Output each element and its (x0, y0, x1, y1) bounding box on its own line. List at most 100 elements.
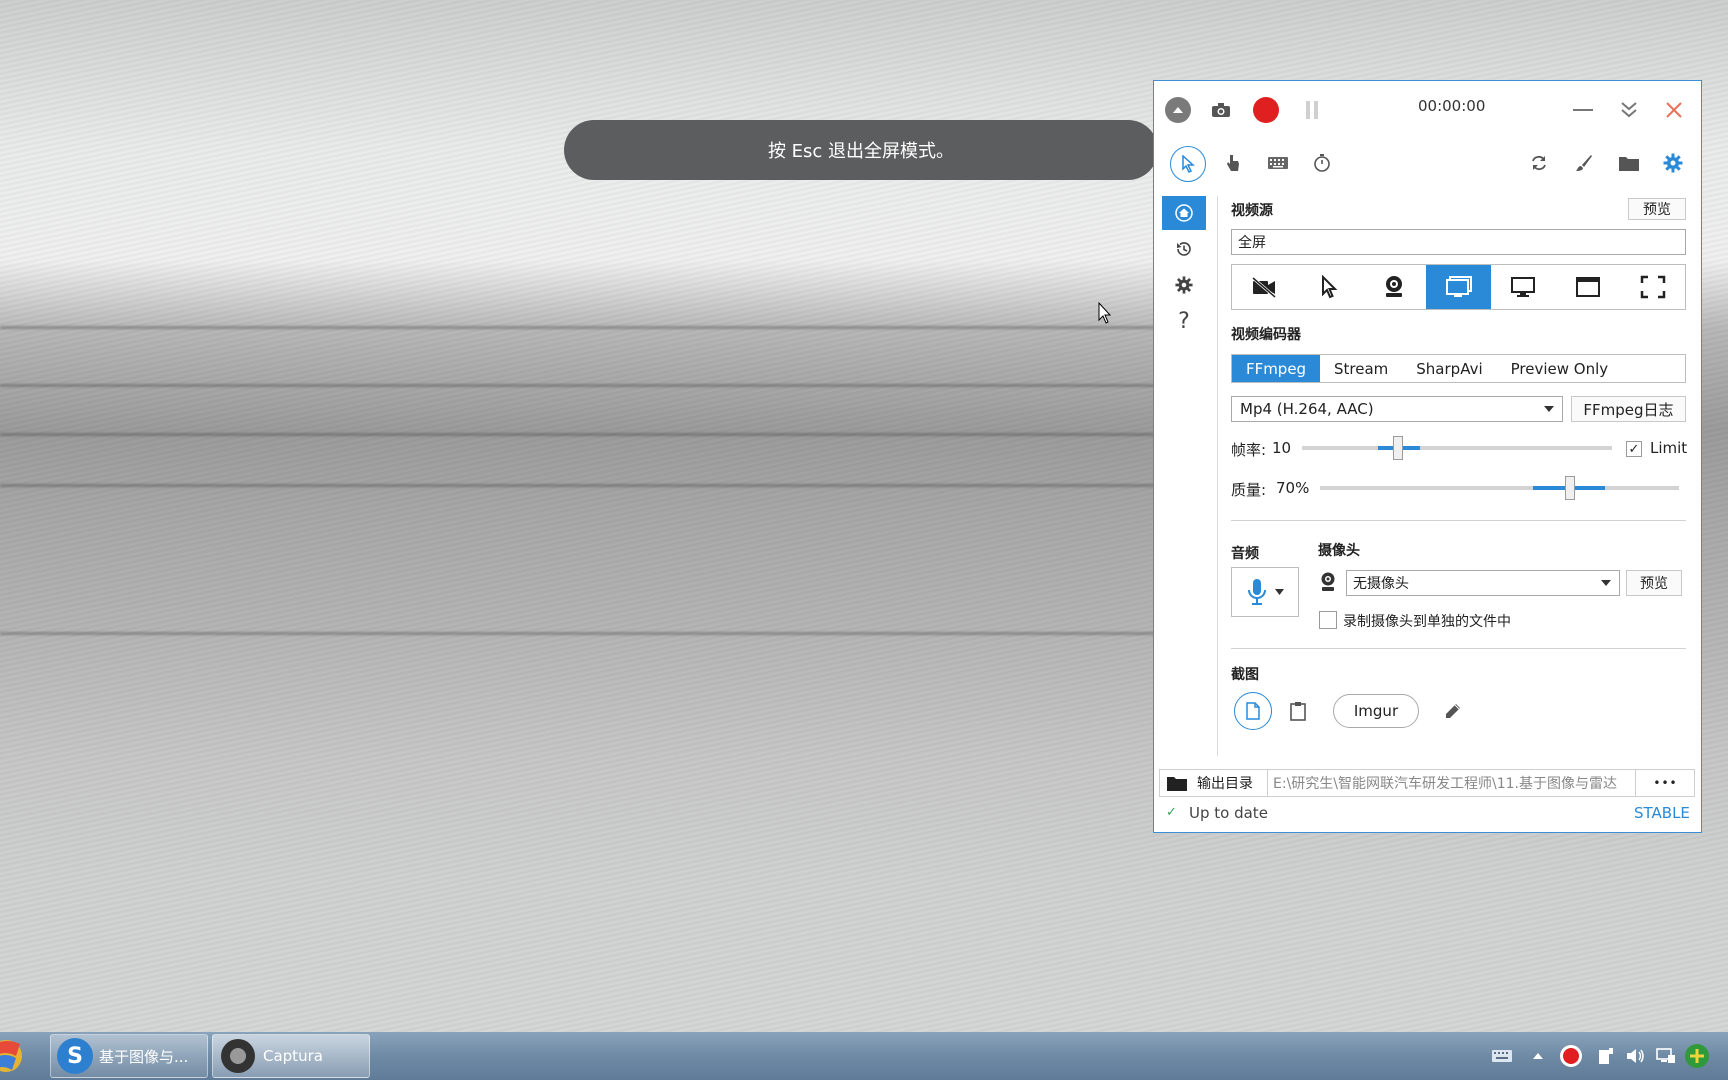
collapse-down-icon[interactable] (1618, 98, 1640, 122)
fullscreen-option[interactable] (1620, 265, 1685, 309)
network-icon[interactable] (1655, 1045, 1677, 1067)
release-channel: STABLE (1634, 804, 1690, 822)
security-tray-icon[interactable] (1685, 1044, 1709, 1068)
history-icon (1177, 242, 1191, 256)
output-path-field[interactable]: E:\研究生\智能网联汽车研发工程师\11.基于图像与雷达 (1273, 769, 1633, 797)
sidebar-help-icon[interactable]: ? (1162, 304, 1206, 338)
mouse-clicks-icon[interactable] (1222, 151, 1244, 175)
quality-value: 70% (1276, 479, 1310, 497)
microphone-icon (1247, 579, 1266, 605)
start-button[interactable] (0, 1036, 40, 1076)
folder-icon[interactable] (1617, 152, 1641, 174)
monitor-option[interactable] (1491, 265, 1556, 309)
chevron-down-icon (1544, 406, 1554, 412)
mouse-cursor-icon (1098, 302, 1112, 324)
device-tray-icon[interactable] (1595, 1045, 1617, 1067)
chevron-down-icon (1274, 589, 1284, 595)
window-icon (1575, 277, 1600, 297)
clipboard-icon[interactable] (1287, 700, 1309, 722)
refresh-icon[interactable] (1528, 152, 1550, 174)
taskbar-item-captura[interactable]: Captura (212, 1034, 370, 1078)
edit-pencil-icon[interactable] (1442, 700, 1464, 722)
tab-ffmpeg[interactable]: FFmpeg (1232, 355, 1320, 382)
minimize-icon[interactable] (1572, 100, 1594, 120)
gear-icon (1175, 276, 1193, 294)
update-status: Up to date (1189, 804, 1268, 822)
recording-timer: 00:00:00 (1418, 97, 1486, 115)
framerate-value: 10 (1272, 439, 1292, 457)
check-icon: ✓ (1166, 805, 1177, 820)
quality-slider-thumb[interactable] (1565, 476, 1575, 500)
record-button[interactable] (1253, 97, 1279, 123)
captura-app-icon (221, 1039, 255, 1073)
background-streak (0, 484, 1160, 487)
window-option[interactable] (1556, 265, 1621, 309)
screen-icon (1445, 276, 1472, 297)
video-preview-button[interactable]: 预览 (1628, 198, 1686, 220)
settings-gear-icon[interactable] (1662, 152, 1684, 174)
video-source-heading: 视频源 (1231, 203, 1273, 219)
tab-stream[interactable]: Stream (1320, 355, 1402, 382)
record-tray-icon[interactable] (1560, 1045, 1582, 1067)
sidebar-history[interactable] (1162, 232, 1206, 266)
divider (1231, 520, 1686, 521)
imgur-button[interactable]: Imgur (1333, 694, 1419, 728)
encoder-tabs: FFmpeg Stream SharpAvi Preview Only (1231, 354, 1686, 383)
divider (1231, 648, 1686, 649)
fullscreen-exit-hint: 按 Esc 退出全屏模式。 (564, 120, 1158, 180)
region-cursor-option[interactable] (1297, 265, 1362, 309)
no-video-icon (1252, 276, 1277, 298)
webcam-select[interactable]: 无摄像头 (1346, 570, 1620, 596)
more-options-button[interactable]: ••• (1635, 769, 1695, 797)
volume-icon[interactable] (1625, 1045, 1647, 1067)
framerate-label: 帧率: (1231, 441, 1267, 459)
taskbar-item-sogou[interactable]: S 基于图像与... (50, 1034, 208, 1078)
chevron-down-icon (1601, 580, 1611, 586)
cursor-icon (1322, 275, 1338, 299)
sidebar-home[interactable] (1162, 196, 1206, 230)
format-select[interactable]: Mp4 (H.264, AAC) (1231, 396, 1563, 422)
sidebar-divider (1217, 196, 1218, 756)
brush-icon[interactable] (1573, 152, 1595, 174)
background-streak (0, 632, 1160, 635)
taskbar-item-label: 基于图像与... (99, 1047, 189, 1066)
output-folder-label: 输出目录 (1197, 776, 1253, 792)
save-to-disk-button[interactable] (1234, 692, 1272, 730)
video-source-selector (1231, 264, 1686, 310)
format-select-value: Mp4 (H.264, AAC) (1240, 400, 1374, 418)
tab-preview-only[interactable]: Preview Only (1497, 355, 1623, 382)
framerate-slider-thumb[interactable] (1393, 436, 1403, 460)
framerate-slider-track[interactable] (1302, 446, 1612, 450)
taskbar-item-label: Captura (263, 1047, 323, 1065)
microphone-button[interactable] (1231, 567, 1299, 617)
close-icon[interactable] (1663, 98, 1685, 122)
video-source-field[interactable]: 全屏 (1231, 229, 1686, 255)
webcam-preview-button[interactable]: 预览 (1626, 570, 1682, 596)
separate-file-checkbox[interactable] (1319, 611, 1337, 629)
folder-icon (1167, 777, 1187, 791)
video-encoder-heading: 视频编码器 (1231, 327, 1301, 343)
no-video-option[interactable] (1232, 265, 1297, 309)
fullscreen-icon (1640, 275, 1665, 299)
limit-checkbox[interactable]: ✓ (1626, 441, 1642, 457)
collapse-icon[interactable] (1165, 97, 1191, 123)
background-streak (0, 384, 1160, 387)
tab-sharpavi[interactable]: SharpAvi (1402, 355, 1496, 382)
keystrokes-icon[interactable] (1266, 153, 1290, 173)
screenshot-camera-icon[interactable] (1208, 98, 1234, 122)
tray-expand-icon[interactable] (1528, 1046, 1548, 1066)
webcam-small-icon (1318, 571, 1338, 593)
ffmpeg-log-button[interactable]: FFmpeg日志 (1571, 396, 1686, 422)
webcam-option[interactable] (1361, 265, 1426, 309)
webcam-icon (1385, 276, 1402, 297)
cursor-toggle-button[interactable] (1170, 146, 1206, 182)
keyboard-tray-icon[interactable] (1490, 1046, 1514, 1066)
quality-slider-track[interactable] (1320, 486, 1679, 490)
sogou-app-icon: S (57, 1038, 93, 1074)
sidebar-settings[interactable] (1162, 268, 1206, 302)
output-folder-button[interactable]: 输出目录 (1159, 769, 1268, 797)
timer-icon[interactable] (1311, 152, 1333, 174)
screen-option[interactable] (1426, 265, 1491, 309)
pause-icon[interactable] (1300, 99, 1324, 121)
limit-label: Limit (1650, 439, 1688, 457)
